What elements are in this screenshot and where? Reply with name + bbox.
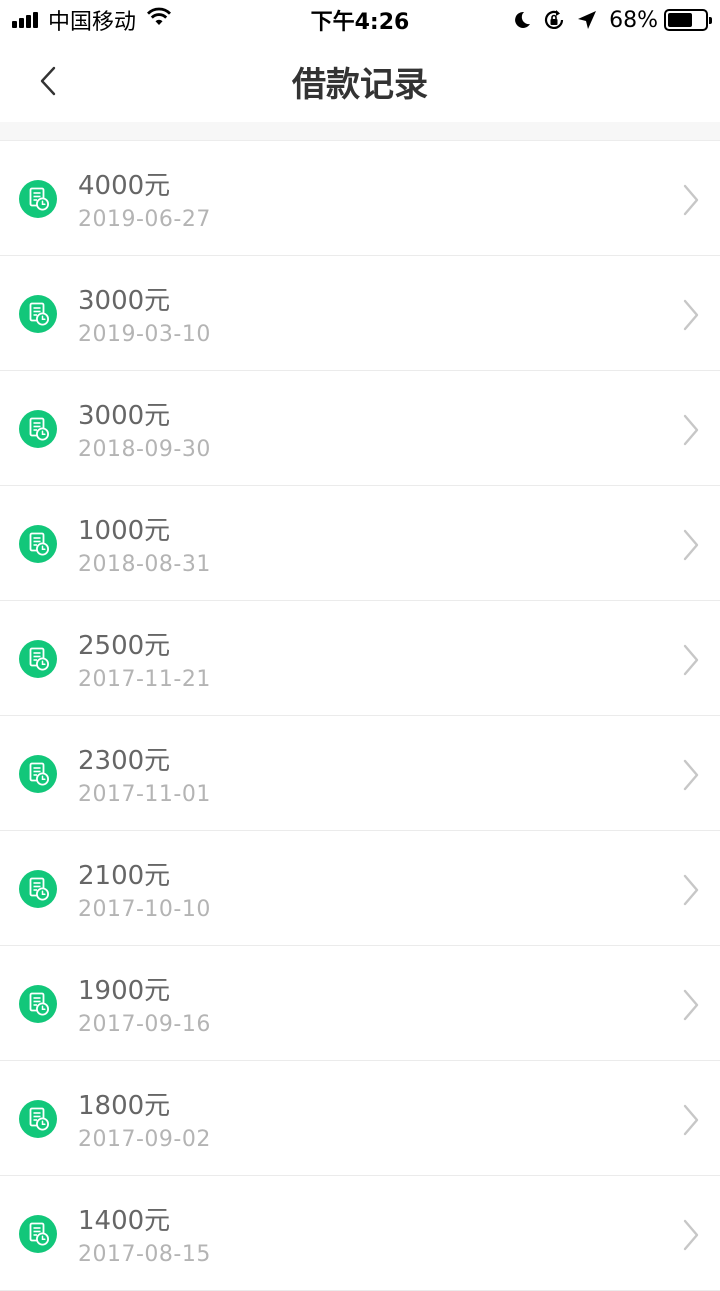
record-date: 2017-09-02 [78, 1127, 211, 1152]
loan-document-clock-icon [19, 410, 57, 448]
loan-record-row[interactable]: 2500元 2017-11-21 [0, 601, 720, 716]
status-bar-right: 68% [501, 0, 712, 40]
record-date: 2018-09-30 [78, 437, 211, 462]
record-date: 2017-11-01 [78, 782, 211, 807]
status-bar: 中国移动 下午4:26 68% [0, 0, 720, 40]
loan-record-list: 4000元 2019-06-27 3000元 2019-03-10 3000元 … [0, 141, 720, 1291]
record-date: 2019-06-27 [78, 207, 211, 232]
loan-record-row[interactable]: 1800元 2017-09-02 [0, 1061, 720, 1176]
loan-document-clock-icon [19, 1100, 57, 1138]
record-date: 2019-03-10 [78, 322, 211, 347]
record-date: 2017-10-10 [78, 897, 211, 922]
loan-document-clock-icon [19, 870, 57, 908]
loan-record-row[interactable]: 1400元 2017-08-15 [0, 1176, 720, 1291]
loan-record-row[interactable]: 3000元 2018-09-30 [0, 371, 720, 486]
loan-document-clock-icon [19, 180, 57, 218]
battery-fill [668, 13, 693, 27]
battery-icon [664, 9, 712, 31]
record-amount: 2300元 [78, 746, 171, 776]
chevron-right-icon [683, 414, 699, 446]
record-amount: 1000元 [78, 516, 171, 546]
chevron-right-icon [683, 1104, 699, 1136]
record-date: 2017-08-15 [78, 1242, 211, 1267]
loan-document-clock-icon [19, 1215, 57, 1253]
loan-record-row[interactable]: 1900元 2017-09-16 [0, 946, 720, 1061]
chevron-right-icon [683, 644, 699, 676]
record-amount: 4000元 [78, 171, 171, 201]
loan-document-clock-icon [19, 295, 57, 333]
loan-record-row[interactable]: 4000元 2019-06-27 [0, 141, 720, 256]
battery-cap [709, 17, 712, 24]
loan-record-row[interactable]: 2300元 2017-11-01 [0, 716, 720, 831]
loan-record-row[interactable]: 1000元 2018-08-31 [0, 486, 720, 601]
rotation-lock-icon [543, 9, 565, 31]
loan-record-row[interactable]: 2100元 2017-10-10 [0, 831, 720, 946]
section-divider [0, 122, 720, 141]
moon-icon [513, 10, 531, 30]
record-date: 2017-09-16 [78, 1012, 211, 1037]
chevron-right-icon [683, 759, 699, 791]
chevron-right-icon [683, 184, 699, 216]
chevron-right-icon [683, 1219, 699, 1251]
location-arrow-icon [577, 10, 597, 30]
record-amount: 3000元 [78, 286, 171, 316]
chevron-right-icon [683, 989, 699, 1021]
record-amount: 3000元 [78, 401, 171, 431]
loan-document-clock-icon [19, 985, 57, 1023]
chevron-right-icon [683, 874, 699, 906]
record-amount: 2100元 [78, 861, 171, 891]
record-date: 2018-08-31 [78, 552, 211, 577]
record-amount: 2500元 [78, 631, 171, 661]
record-amount: 1800元 [78, 1091, 171, 1121]
chevron-right-icon [683, 529, 699, 561]
loan-document-clock-icon [19, 525, 57, 563]
loan-record-row[interactable]: 3000元 2019-03-10 [0, 256, 720, 371]
record-date: 2017-11-21 [78, 667, 211, 692]
nav-bar: 借款记录 [0, 40, 720, 122]
loan-document-clock-icon [19, 755, 57, 793]
battery-percent: 68% [609, 7, 658, 33]
page-title: 借款记录 [292, 65, 428, 104]
chevron-right-icon [683, 299, 699, 331]
record-amount: 1900元 [78, 976, 171, 1006]
record-amount: 1400元 [78, 1206, 171, 1236]
loan-document-clock-icon [19, 640, 57, 678]
